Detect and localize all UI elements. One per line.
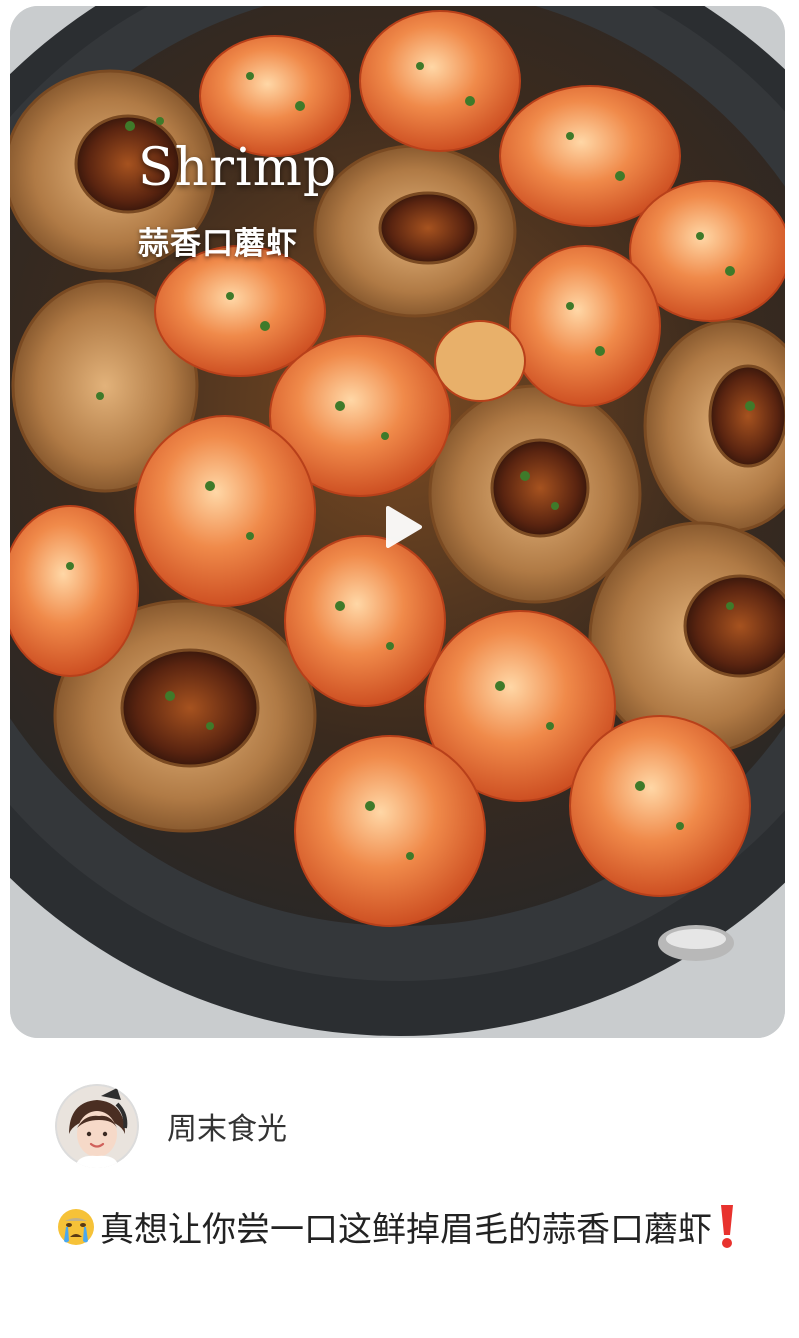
overlay-title: Shrimp: [138, 138, 338, 198]
play-icon[interactable]: [380, 504, 424, 550]
overlay-subtitle: 蒜香口蘑虾: [138, 226, 298, 262]
crying-face-emoji: [58, 1209, 94, 1245]
post-media[interactable]: Shrimp 蒜香口蘑虾: [10, 6, 785, 1038]
red-exclamation-emoji: [721, 1205, 733, 1248]
caption-text: 真想让你尝一口这鲜掉眉毛的蒜香口蘑虾: [100, 1210, 712, 1250]
author-row[interactable]: 周末食光: [55, 1083, 287, 1169]
author-name[interactable]: 周末食光: [167, 1104, 287, 1148]
post-caption: 真想让你尝一口这鲜掉眉毛的蒜香口蘑虾: [56, 1196, 756, 1265]
avatar[interactable]: [55, 1084, 139, 1168]
